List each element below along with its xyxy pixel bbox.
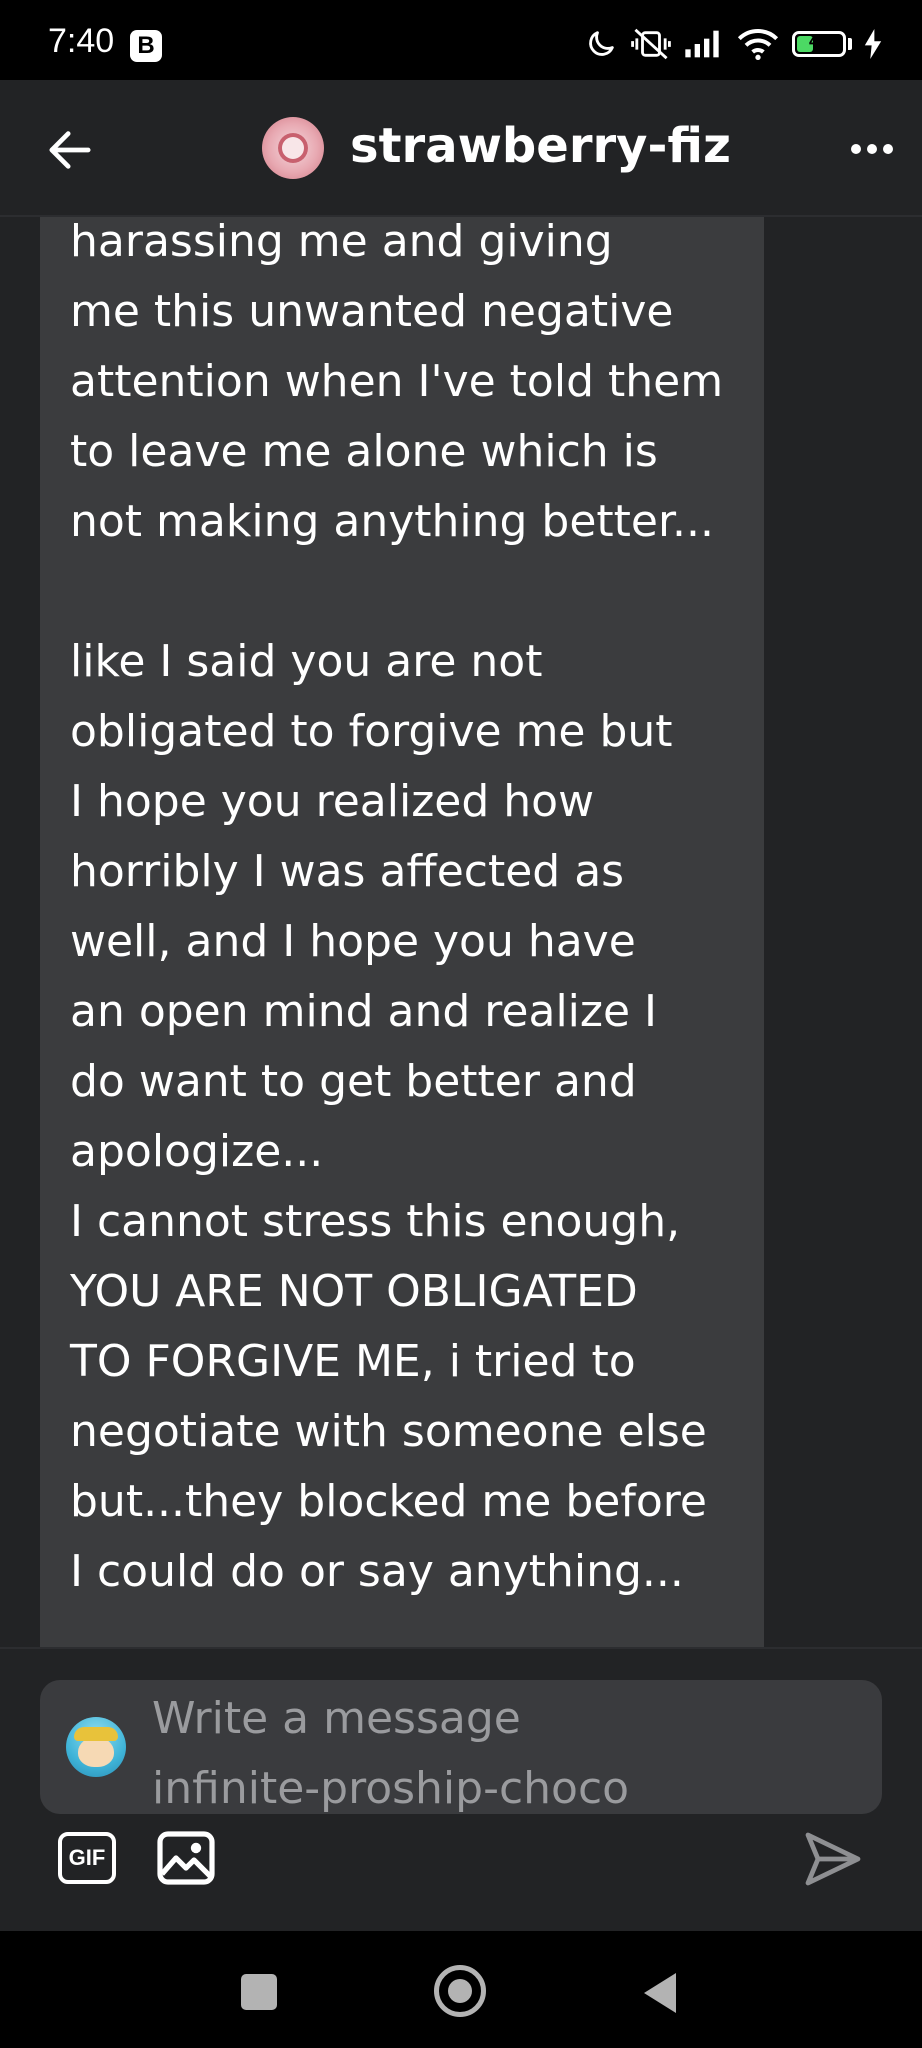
message-line: well, and I hope you have xyxy=(70,916,636,967)
message-line: horribly I was affected as xyxy=(70,846,625,897)
message-line: I cannot stress this enough, xyxy=(70,1196,681,1247)
placeholder-line-1: Write a message xyxy=(152,1693,521,1744)
message-list[interactable]: but choco will not startharassing me and… xyxy=(0,217,922,1647)
message-composer: Write a message infinite-proship-choco G… xyxy=(0,1647,922,1931)
message-line: apologize... xyxy=(70,1126,324,1177)
signal-icon xyxy=(685,30,719,58)
contact-name[interactable]: strawberry-fiz xyxy=(350,118,731,174)
back-triangle-icon[interactable] xyxy=(640,1971,680,2015)
gif-button[interactable]: GIF xyxy=(58,1832,116,1884)
arrow-left-icon xyxy=(49,131,91,169)
recent-apps-button[interactable] xyxy=(241,1974,277,2010)
message-line: harassing me and giving xyxy=(70,217,613,267)
contact-avatar[interactable] xyxy=(262,117,324,179)
more-horizontal-icon xyxy=(851,144,893,154)
moon-icon xyxy=(589,31,614,56)
notification-badge: B xyxy=(130,30,162,62)
message-line: obligated to forgive me but xyxy=(70,706,673,757)
message-text: but choco will not startharassing me and… xyxy=(70,217,750,1607)
system-nav-bar xyxy=(0,1931,922,2048)
app-screen: 7:40 B 41 strawberry-fiz harassing me an… xyxy=(0,0,922,2048)
battery-icon: 41 xyxy=(792,31,846,57)
send-button[interactable] xyxy=(802,1829,862,1889)
wifi-icon xyxy=(737,29,779,60)
battery-tip xyxy=(848,38,852,50)
status-icons: 41 xyxy=(584,24,882,64)
battery-level: 41 xyxy=(808,31,830,51)
message-line: attention when I've told them xyxy=(70,356,724,407)
back-button[interactable] xyxy=(40,120,100,180)
message-input-placeholder: Write a message infinite-proship-choco xyxy=(152,1684,872,1824)
message-line: not making anything better... xyxy=(70,496,715,547)
message-bubble[interactable]: but choco will not startharassing me and… xyxy=(40,217,764,1647)
message-line: do want to get better and xyxy=(70,1056,637,1107)
message-line: but...they blocked me before xyxy=(70,1476,707,1527)
more-options-button[interactable] xyxy=(842,124,902,174)
conversation-header: strawberry-fiz xyxy=(0,80,922,217)
send-icon xyxy=(805,1832,861,1886)
sender-avatar[interactable] xyxy=(66,1717,126,1777)
image-button[interactable] xyxy=(156,1830,216,1886)
message-line xyxy=(70,557,750,627)
message-line: to leave me alone which is xyxy=(70,426,658,477)
status-time: 7:40 xyxy=(48,22,115,60)
image-icon xyxy=(157,1831,215,1885)
message-line: me this unwanted negative xyxy=(70,286,674,337)
message-line: negotiate with someone else xyxy=(70,1406,707,1457)
status-bar: 7:40 B 41 xyxy=(0,0,922,80)
charging-icon xyxy=(864,29,882,59)
message-input[interactable]: Write a message infinite-proship-choco xyxy=(40,1680,882,1814)
message-line: I hope you realized how xyxy=(70,776,595,827)
message-line: YOU ARE NOT OBLIGATED xyxy=(70,1266,638,1317)
message-line: like I said you are not xyxy=(70,636,543,687)
home-button[interactable] xyxy=(434,1965,486,2017)
message-line: I could do or say anything... xyxy=(70,1546,684,1597)
placeholder-line-2: infinite-proship-choco xyxy=(152,1763,630,1814)
vibrate-off-icon xyxy=(631,28,671,60)
message-line: TO FORGIVE ME, i tried to xyxy=(70,1336,636,1387)
message-line: an open mind and realize I xyxy=(70,986,658,1037)
